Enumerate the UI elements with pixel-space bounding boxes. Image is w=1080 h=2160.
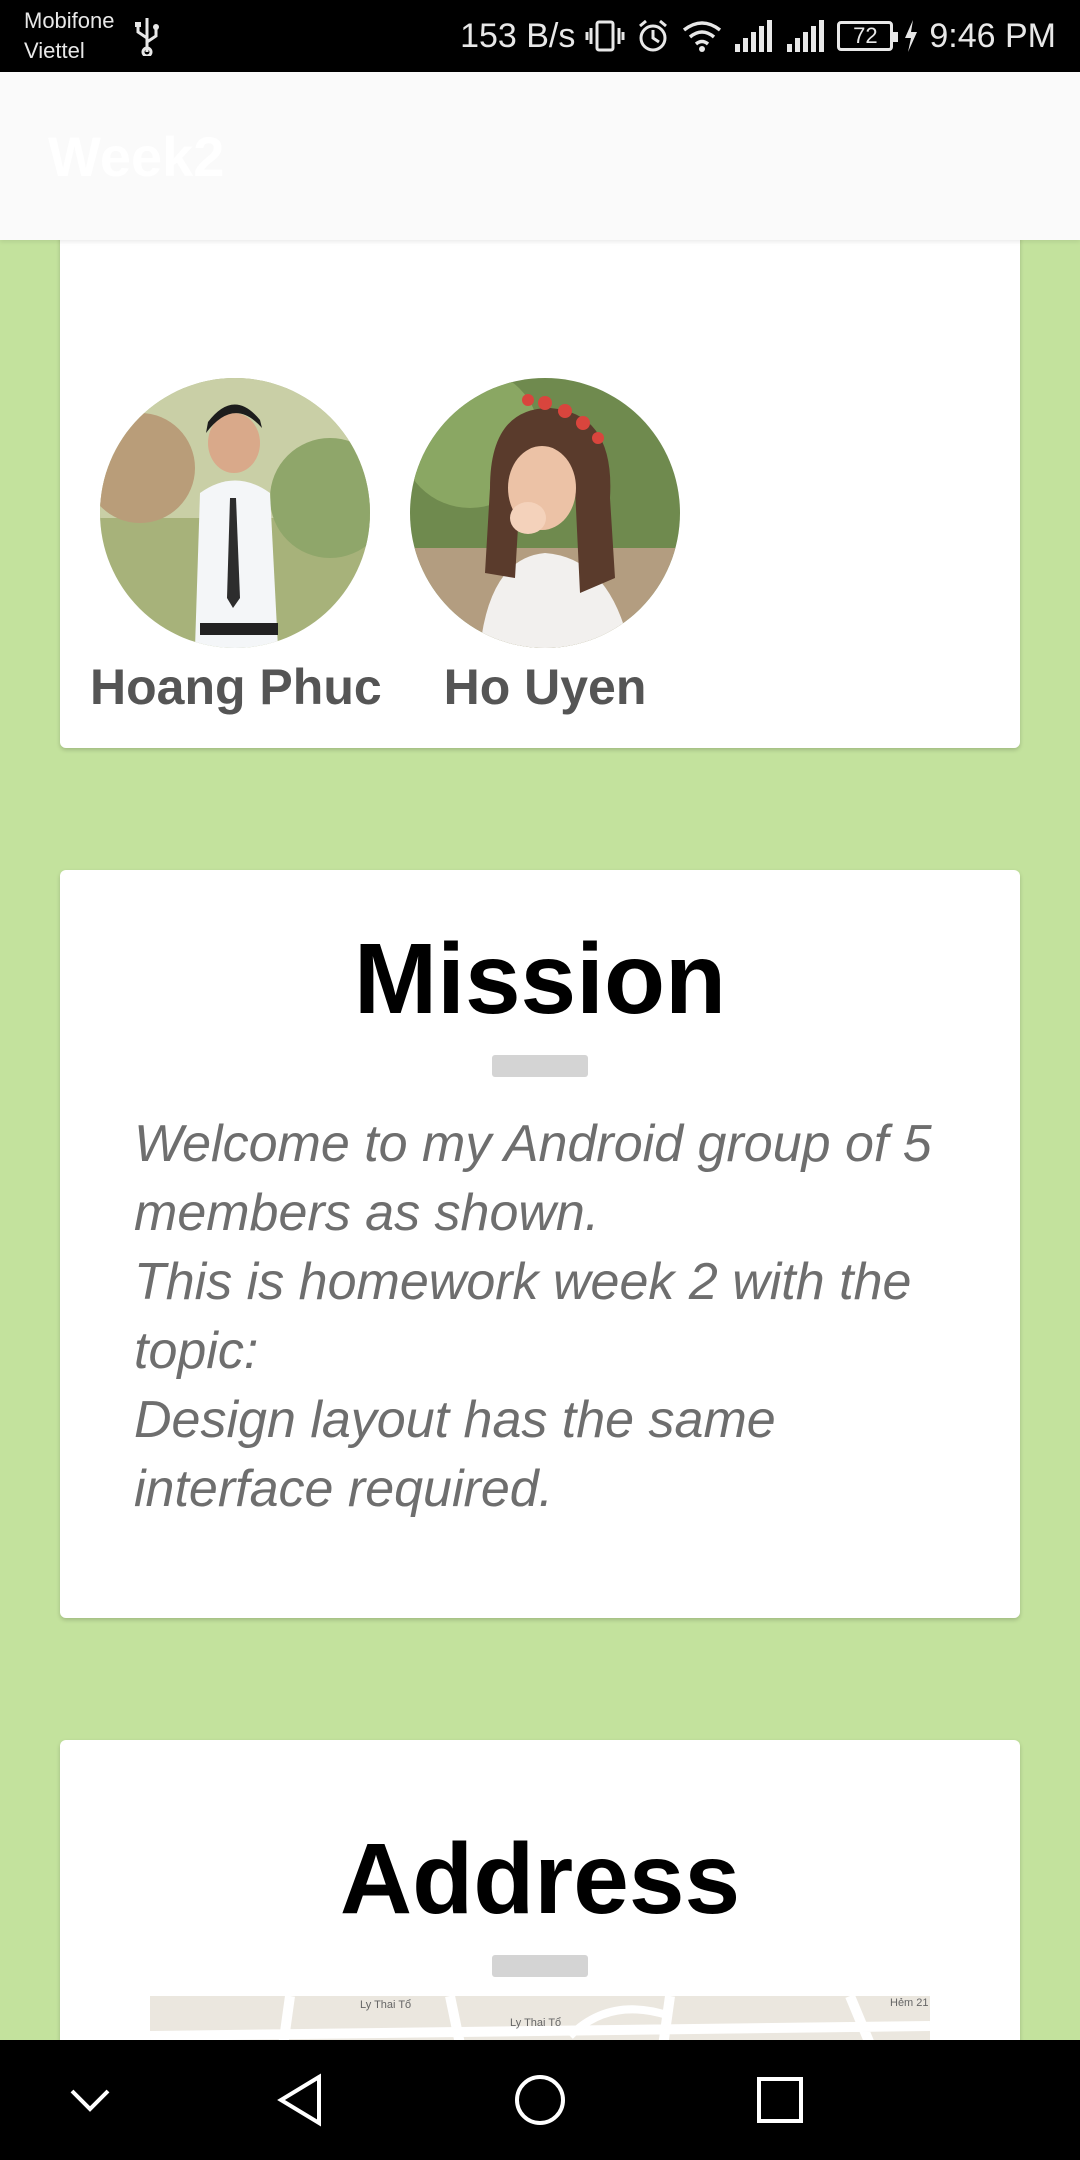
chevron-down-icon — [70, 2089, 110, 2112]
battery-level: 72 — [853, 23, 878, 48]
status-bar: Mobifone Viettel 153 B/s 72 9:46 PM — [0, 0, 1080, 72]
avatar-photo-hoang-phuc — [100, 378, 370, 648]
app-title: Week2 — [48, 125, 225, 188]
status-icons: 153 B/s 72 9:46 PM — [460, 0, 1056, 72]
carrier-info: Mobifone Viettel — [24, 6, 115, 66]
vibrate-icon — [585, 20, 625, 52]
carrier-1: Mobifone — [24, 8, 115, 33]
charging-icon — [905, 20, 918, 52]
hide-nav-button[interactable] — [60, 2070, 120, 2130]
map-label: Ly Thai Tổ — [360, 1999, 411, 2011]
member-card[interactable]: Ho Uyen — [400, 378, 690, 716]
avatar-photo-ho-uyen — [410, 378, 680, 648]
back-button[interactable] — [270, 2070, 330, 2130]
avatar — [410, 378, 680, 648]
usb-icon — [135, 18, 159, 56]
title-divider — [492, 1955, 588, 1977]
mission-title: Mission — [353, 923, 727, 1035]
wifi-icon — [683, 21, 722, 52]
member-name: Hoang Phuc — [90, 659, 382, 715]
recents-square-icon — [757, 2077, 803, 2123]
home-button[interactable] — [510, 2070, 570, 2130]
home-circle-icon — [515, 2075, 565, 2125]
team-card: Hoang Phuc Ho Uyen — [60, 200, 1020, 748]
back-triangle-icon — [277, 2073, 321, 2127]
member-card[interactable]: Hoang Phuc — [90, 378, 382, 716]
mission-text: Welcome to my Android group of 5 members… — [134, 1115, 932, 1518]
app-bar: Week2 — [0, 72, 1080, 240]
recents-button[interactable] — [750, 2070, 810, 2130]
navigation-bar — [0, 2040, 1080, 2160]
title-divider — [492, 1055, 588, 1077]
map-label: Hẻm 21 — [890, 1997, 929, 2009]
clock: 9:46 PM — [929, 16, 1056, 55]
mission-card: Mission Welcome to my Android group of 5… — [60, 870, 1020, 1618]
alarm-icon — [639, 19, 668, 52]
carrier-2: Viettel — [24, 38, 85, 63]
map-label: Ly Thai Tổ — [510, 2017, 561, 2029]
avatar — [100, 378, 370, 648]
address-title: Address — [339, 1823, 741, 1935]
signal-icon-2 — [787, 20, 825, 52]
battery-icon: 72 — [837, 21, 899, 51]
member-name: Ho Uyen — [443, 659, 647, 715]
network-speed: 153 B/s — [460, 16, 576, 55]
signal-icon-1 — [735, 20, 773, 52]
